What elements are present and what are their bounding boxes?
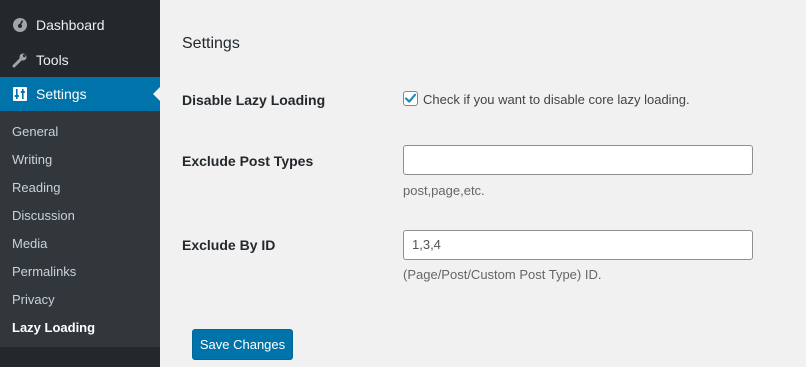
disable-lazy-loading-checkbox[interactable] [403,91,418,106]
submenu-item-general[interactable]: General [0,117,160,145]
save-changes-button[interactable]: Save Changes [192,329,293,360]
admin-sidebar: Dashboard Tools Settings General Writing… [0,0,161,367]
submenu-item-media[interactable]: Media [0,229,160,257]
exclude-post-types-label: Exclude Post Types [182,153,314,169]
settings-page: Settings Disable Lazy Loading Check if y… [182,0,806,367]
submenu-item-reading[interactable]: Reading [0,173,160,201]
exclude-post-types-input[interactable] [403,145,753,175]
exclude-by-id-description: (Page/Post/Custom Post Type) ID. [403,267,602,282]
sidebar-item-settings[interactable]: Settings [0,77,161,111]
settings-icon [12,86,28,102]
sidebar-item-label: Tools [36,52,69,68]
exclude-by-id-input[interactable]: 1,3,4 [403,230,753,260]
submenu-item-permalinks[interactable]: Permalinks [0,257,160,285]
page-title: Settings [182,35,240,52]
disable-lazy-loading-label: Disable Lazy Loading [182,92,326,108]
sidebar-item-tools[interactable]: Tools [0,43,160,77]
submenu-item-writing[interactable]: Writing [0,145,160,173]
submenu-item-discussion[interactable]: Discussion [0,201,160,229]
checkmark-icon [404,93,417,103]
dashboard-icon [12,17,28,33]
wrench-icon [12,52,28,68]
sidebar-item-label: Dashboard [36,17,105,33]
submenu-item-lazy-loading[interactable]: Lazy Loading [0,313,160,341]
exclude-post-types-description: post,page,etc. [403,183,485,198]
sidebar-item-label: Settings [36,86,87,102]
settings-submenu: General Writing Reading Discussion Media… [0,111,160,347]
sidebar-item-dashboard[interactable]: Dashboard [0,8,160,42]
disable-lazy-loading-text: Check if you want to disable core lazy l… [423,92,690,107]
submenu-item-privacy[interactable]: Privacy [0,285,160,313]
exclude-by-id-label: Exclude By ID [182,237,276,253]
